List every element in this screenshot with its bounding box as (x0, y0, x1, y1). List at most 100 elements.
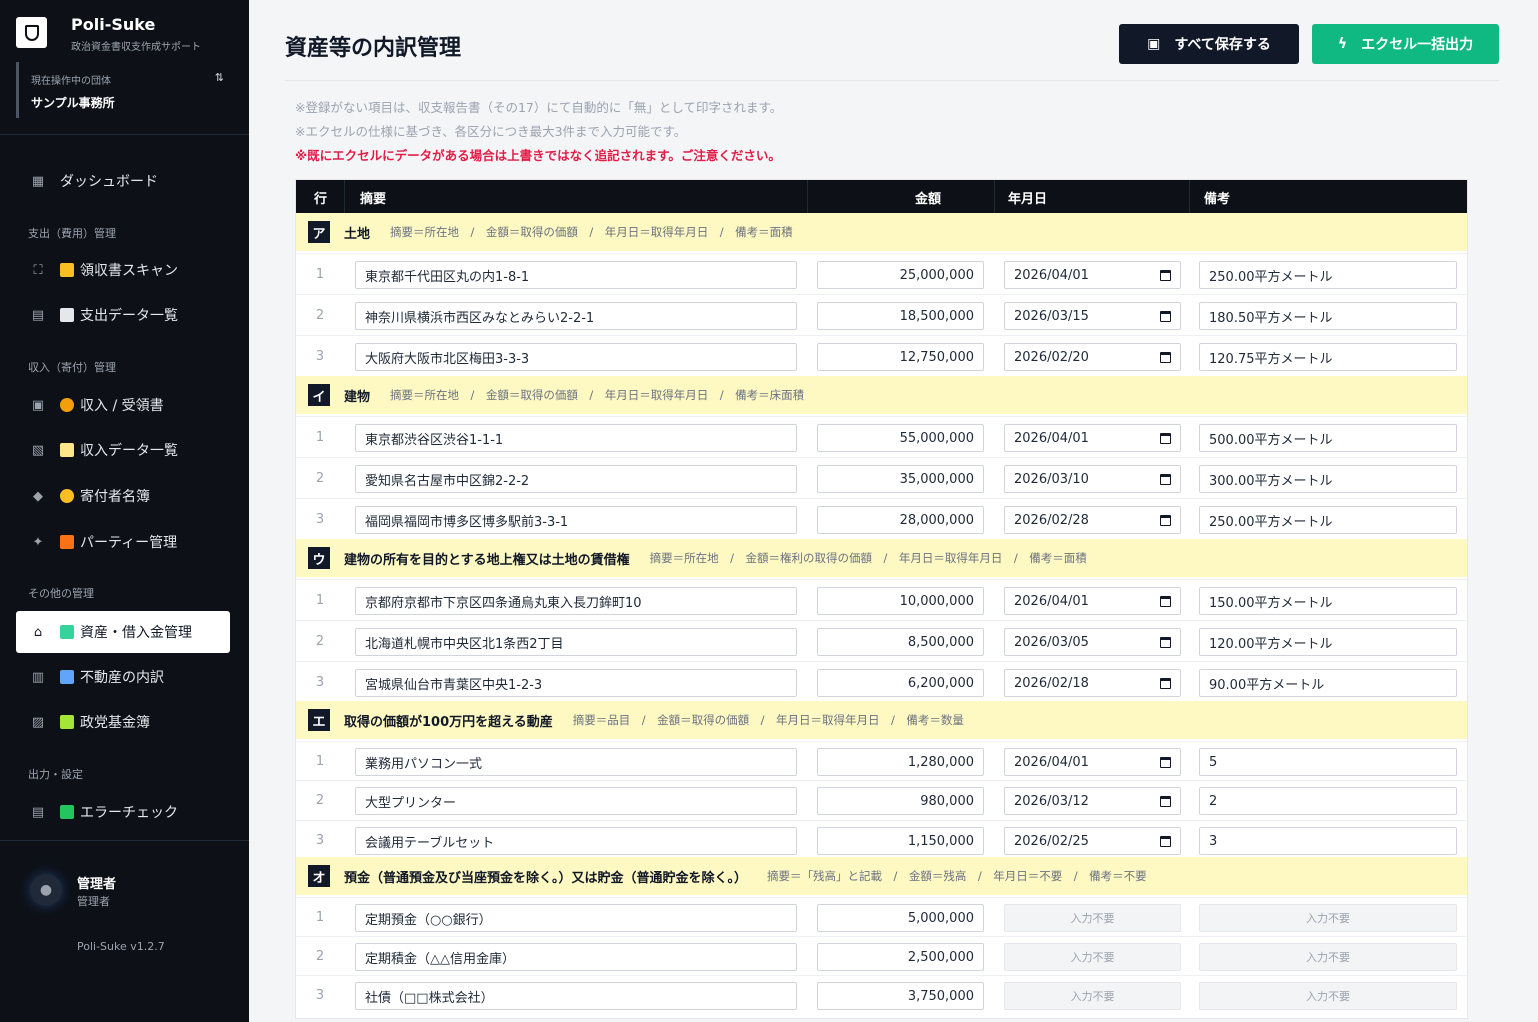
calendar-icon[interactable] (1160, 835, 1171, 847)
calendar-icon[interactable] (1160, 595, 1171, 607)
note-input[interactable]: 180.50平方メートル (1199, 302, 1457, 330)
sidebar-item-fund[interactable]: ▨ 政党基金簿 (16, 701, 230, 743)
amount-input[interactable]: 980,000 (817, 787, 984, 815)
calendar-icon[interactable] (1160, 514, 1171, 526)
sidebar-item-errorcheck[interactable]: ▤ エラーチェック (16, 791, 230, 833)
description-input[interactable]: 東京都千代田区丸の内1-8-1 (355, 261, 797, 289)
description-input[interactable]: 福岡県福岡市博多区博多駅前3-3-1 (355, 506, 797, 534)
category-row: オ預金（普通預金及び当座預金を除く。）又は貯金（普通貯金を除く。） 摘要＝「残高」… (296, 857, 1467, 895)
amount-input[interactable]: 18,500,000 (817, 302, 984, 330)
description-input[interactable]: 業務用パソコン一式 (355, 748, 797, 776)
amount-input[interactable]: 2,500,000 (817, 943, 984, 971)
note-input[interactable]: 3 (1199, 827, 1457, 855)
description-input[interactable]: 北海道札幌市中央区北1条西2丁目 (355, 628, 797, 656)
amount-input[interactable]: 12,750,000 (817, 343, 984, 371)
brand[interactable]: Poli-Suke 政治資金書収支作成サポート (16, 14, 236, 54)
org-selector[interactable]: 現在操作中の団体 サンプル事務所 ⇅ (16, 62, 236, 118)
date-value: 2026/03/12 (1014, 793, 1089, 809)
note-input[interactable]: 250.00平方メートル (1199, 506, 1457, 534)
user-name: 管理者 (77, 877, 117, 892)
description-input[interactable]: 定期預金（○○銀行） (355, 904, 797, 932)
org-name: サンプル事務所 (31, 96, 115, 110)
amount-input[interactable]: 55,000,000 (817, 424, 984, 452)
date-input[interactable]: 2026/03/05 (1004, 628, 1181, 656)
amount-input[interactable]: 28,000,000 (817, 506, 984, 534)
calendar-icon[interactable] (1160, 756, 1171, 768)
sidebar-item-expense-list[interactable]: ▤ 支出データ一覧 (16, 294, 230, 336)
sidebar-item-income-receipt[interactable]: ▣ 収入 / 受領書 (16, 384, 230, 426)
amount-input[interactable]: 10,000,000 (817, 587, 984, 615)
calendar-icon[interactable] (1160, 795, 1171, 807)
category-name: 土地 (344, 226, 371, 242)
amount-input[interactable]: 6,200,000 (817, 669, 984, 697)
excel-export-button[interactable]: ϟ エクセル一括出力 (1312, 24, 1499, 64)
date-value: 2026/04/01 (1014, 754, 1089, 770)
description-input[interactable]: 定期積金（△△信用金庫） (355, 943, 797, 971)
description-input[interactable]: 京都府京都市下京区四条通烏丸東入長刀鉾町10 (355, 587, 797, 615)
nav-section-expense: 支出（費用）管理 (28, 227, 116, 240)
sidebar-item-realestate[interactable]: ▥ 不動産の内訳 (16, 656, 230, 698)
description-input[interactable]: 大型プリンター (355, 787, 797, 815)
note-input[interactable]: 2 (1199, 787, 1457, 815)
date-input[interactable]: 2026/03/15 (1004, 302, 1181, 330)
sidebar-item-party[interactable]: ✦ パーティー管理 (16, 521, 230, 563)
swap-icon[interactable]: ⇅ (215, 71, 224, 84)
date-input[interactable]: 2026/04/01 (1004, 261, 1181, 289)
calendar-icon[interactable] (1160, 310, 1171, 322)
date-input[interactable]: 2026/02/25 (1004, 827, 1181, 855)
date-input[interactable]: 2026/02/20 (1004, 343, 1181, 371)
sidebar-item-receipt-scan[interactable]: ⛶ 領収書スキャン (16, 249, 230, 291)
calendar-icon[interactable] (1160, 677, 1171, 689)
date-input[interactable]: 2026/02/28 (1004, 506, 1181, 534)
calendar-icon[interactable] (1160, 473, 1171, 485)
sidebar-item-label: 支出データ一覧 (80, 308, 178, 324)
note-input[interactable]: 120.75平方メートル (1199, 343, 1457, 371)
sidebar-item-donors[interactable]: ◆ 寄付者名簿 (16, 475, 230, 517)
dashboard-icon: ▦ (31, 173, 45, 189)
note-input[interactable]: 500.00平方メートル (1199, 424, 1457, 452)
date-value: 2026/04/01 (1014, 593, 1089, 609)
table-row: 3 社債（□□株式会社） 3,750,000 入力不要 入力不要 (296, 975, 1467, 1014)
amount-input[interactable]: 1,150,000 (817, 827, 984, 855)
note-input[interactable]: 90.00平方メートル (1199, 669, 1457, 697)
row-number: 2 (315, 634, 325, 649)
sidebar-item-dashboard[interactable]: ▦ ダッシュボード (16, 160, 230, 202)
note-input[interactable]: 5 (1199, 748, 1457, 776)
category-row: ア土地 摘要＝所在地 / 金額＝取得の価額 / 年月日＝取得年月日 / 備考＝面積 (296, 213, 1467, 251)
sidebar-item-assets[interactable]: ⌂ 資産・借入金管理 (16, 611, 230, 653)
description-input[interactable]: 愛知県名古屋市中区錦2-2-2 (355, 465, 797, 493)
note-input[interactable]: 120.00平方メートル (1199, 628, 1457, 656)
save-all-button[interactable]: ▣ すべて保存する (1119, 24, 1299, 64)
description-input[interactable]: 社債（□□株式会社） (355, 982, 797, 1010)
page-title: 資産等の内訳管理 (285, 36, 462, 61)
sidebar-item-income-list[interactable]: ▧ 収入データ一覧 (16, 429, 230, 471)
amount-input[interactable]: 3,750,000 (817, 982, 984, 1010)
description-input[interactable]: 宮城県仙台市青葉区中央1-2-3 (355, 669, 797, 697)
category-hint: 摘要＝所在地 / 金額＝取得の価額 / 年月日＝取得年月日 / 備考＝面積 (390, 225, 793, 239)
amount-input[interactable]: 5,000,000 (817, 904, 984, 932)
description-input[interactable]: 東京都渋谷区渋谷1-1-1 (355, 424, 797, 452)
date-input[interactable]: 2026/04/01 (1004, 587, 1181, 615)
note-input[interactable]: 300.00平方メートル (1199, 465, 1457, 493)
calendar-icon[interactable] (1160, 432, 1171, 444)
amount-input[interactable]: 8,500,000 (817, 628, 984, 656)
calendar-icon[interactable] (1160, 636, 1171, 648)
calendar-icon[interactable] (1160, 351, 1171, 363)
calendar-icon[interactable] (1160, 269, 1171, 281)
handshake-icon: ◆ (33, 488, 43, 504)
description-input[interactable]: 神奈川県横浜市西区みなとみらい2-2-1 (355, 302, 797, 330)
description-input[interactable]: 会議用テーブルセット (355, 827, 797, 855)
table-row: 1 業務用パソコン一式 1,280,000 2026/04/01 5 (296, 741, 1467, 781)
amount-input[interactable]: 25,000,000 (817, 261, 984, 289)
amount-input[interactable]: 35,000,000 (817, 465, 984, 493)
date-input[interactable]: 2026/02/18 (1004, 669, 1181, 697)
amount-input[interactable]: 1,280,000 (817, 748, 984, 776)
note-input[interactable]: 150.00平方メートル (1199, 587, 1457, 615)
date-input[interactable]: 2026/04/01 (1004, 748, 1181, 776)
date-input[interactable]: 2026/03/12 (1004, 787, 1181, 815)
note-input[interactable]: 250.00平方メートル (1199, 261, 1457, 289)
date-input[interactable]: 2026/03/10 (1004, 465, 1181, 493)
description-input[interactable]: 大阪府大阪市北区梅田3-3-3 (355, 343, 797, 371)
user-profile[interactable]: ● 管理者 管理者 (24, 868, 224, 918)
date-input[interactable]: 2026/04/01 (1004, 424, 1181, 452)
